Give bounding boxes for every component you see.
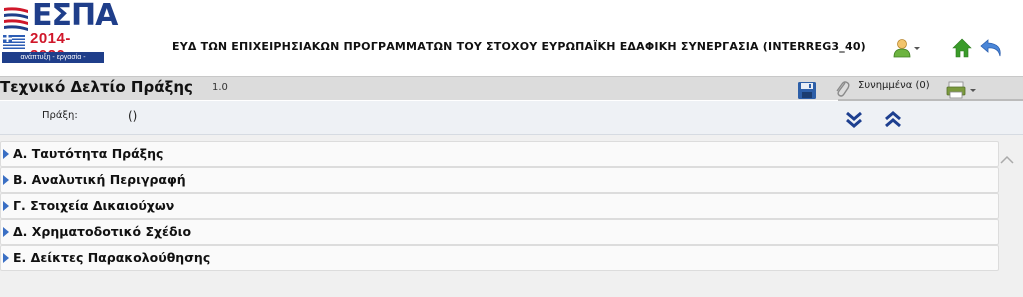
espa-logo-bars-icon — [4, 7, 28, 31]
document-titlebar: Τεχνικό Δελτίο Πράξης 1.0 Συνημμένα (0) — [0, 76, 1023, 101]
section-label: Β. Αναλυτική Περιγραφή — [13, 172, 186, 187]
attachments-link[interactable]: Συνημμένα (0) — [858, 80, 930, 91]
expand-arrow-icon — [3, 149, 9, 159]
home-icon[interactable] — [952, 38, 972, 58]
print-icon[interactable] — [946, 80, 980, 100]
scroll-up-icon[interactable] — [1000, 155, 1014, 165]
section-b-description[interactable]: Β. Αναλυτική Περιγραφή — [0, 167, 999, 193]
collapse-all-chevrons-icon[interactable] — [884, 111, 902, 129]
sections-panel: Α. Ταυτότητα Πράξης Β. Αναλυτική Περιγρα… — [0, 135, 1023, 297]
expand-arrow-icon — [3, 175, 9, 185]
user-menu-icon[interactable] — [893, 38, 921, 58]
section-label: Α. Ταυτότητα Πράξης — [13, 146, 164, 161]
greek-flag-icon — [3, 35, 25, 49]
section-a-identity[interactable]: Α. Ταυτότητα Πράξης — [0, 141, 999, 167]
expand-arrow-icon — [3, 201, 9, 211]
praxi-label: Πράξη: — [42, 110, 78, 121]
espa-logo-slogan: ανάπτυξη - εργασία - αλληλεγγύη — [2, 52, 104, 72]
espa-logo: ΕΣΠΑ 2014-2020 ανάπτυξη - εργασία - αλλη… — [0, 0, 118, 72]
save-icon[interactable] — [797, 81, 817, 100]
app-header: ΕΣΠΑ 2014-2020 ανάπτυξη - εργασία - αλλη… — [0, 0, 1023, 75]
paperclip-icon — [836, 81, 850, 97]
expand-arrow-icon — [3, 253, 9, 263]
section-label: Δ. Χρηματοδοτικό Σχέδιο — [13, 224, 192, 239]
section-c-beneficiaries[interactable]: Γ. Στοιχεία Δικαιούχων — [0, 193, 999, 219]
document-version: 1.0 — [212, 82, 228, 93]
back-icon[interactable] — [980, 38, 1004, 60]
praxi-summary-row: Πράξη: () — [0, 101, 1023, 135]
section-d-financial-plan[interactable]: Δ. Χρηματοδοτικό Σχέδιο — [0, 219, 999, 245]
program-title: ΕΥΔ ΤΩΝ ΕΠΙΧΕΙΡΗΣΙΑΚΩΝ ΠΡΟΓΡΑΜΜΑΤΩΝ ΤΟΥ … — [172, 40, 866, 53]
page-title: Τεχνικό Δελτίο Πράξης — [0, 78, 193, 96]
expand-arrow-icon — [3, 227, 9, 237]
praxi-value: () — [128, 109, 138, 123]
expand-all-chevrons-icon[interactable] — [845, 111, 863, 129]
section-e-indicators[interactable]: Ε. Δείκτες Παρακολούθησης — [0, 245, 999, 271]
section-label: Ε. Δείκτες Παρακολούθησης — [13, 250, 211, 265]
section-label: Γ. Στοιχεία Δικαιούχων — [13, 198, 175, 213]
espa-logo-text: ΕΣΠΑ — [32, 0, 118, 33]
